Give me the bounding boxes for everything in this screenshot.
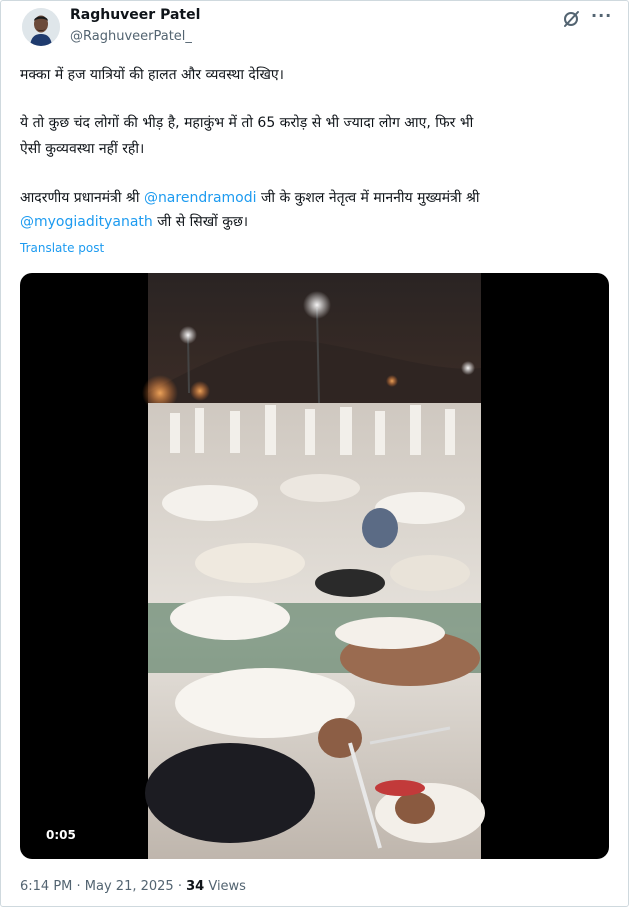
mention-narendramodi[interactable]: @narendramodi	[144, 190, 257, 206]
author-handle[interactable]: @RaghuveerPatel_	[70, 29, 192, 44]
tweet-text-line-5: @myogiadityanath जी से सिखों कुछ।	[20, 210, 610, 234]
more-dots-icon[interactable]: ···	[591, 6, 612, 25]
views-label: Views	[204, 879, 246, 894]
translate-post-link[interactable]: Translate post	[20, 241, 104, 255]
avatar-image	[22, 8, 60, 46]
video-frame	[142, 273, 485, 859]
grok-slash-circle-icon[interactable]	[562, 10, 582, 28]
tweet-text-line-3: ऐसी कुव्यवस्था नहीं रही।	[20, 141, 145, 157]
author-name[interactable]: Raghuveer Patel	[70, 7, 200, 23]
tweet-text-line-1: मक्का में हज यात्रियों की हालत और व्यवस्…	[20, 67, 284, 83]
tweet-text-suffix: जी के कुशल नेतृत्व में माननीय मुख्यमंत्र…	[256, 190, 480, 206]
mention-myogiadityanath[interactable]: @myogiadityanath	[20, 214, 153, 230]
views-count: 34	[186, 879, 205, 894]
video-timestamp: 0:05	[42, 826, 80, 844]
tweet-text-line-4: आदरणीय प्रधानमंत्री श्री @narendramodi ज…	[20, 186, 610, 210]
avatar[interactable]	[22, 8, 60, 46]
tweet-text-suffix-2: जी से सिखों कुछ।	[152, 214, 249, 230]
tweet-time[interactable]: 6:14 PM	[20, 879, 72, 894]
tweet-text-prefix: आदरणीय प्रधानमंत्री श्री	[20, 190, 144, 206]
tweet-date[interactable]: May 21, 2025	[85, 879, 174, 894]
tweet-text-line-2: ये तो कुछ चंद लोगों की भीड़ है, महाकुंभ …	[20, 115, 474, 131]
tweet-meta: 6:14 PM · May 21, 2025 · 34 Views	[20, 879, 246, 894]
meta-separator: ·	[72, 879, 85, 894]
meta-separator: ·	[173, 879, 187, 894]
video-player[interactable]	[20, 273, 609, 859]
